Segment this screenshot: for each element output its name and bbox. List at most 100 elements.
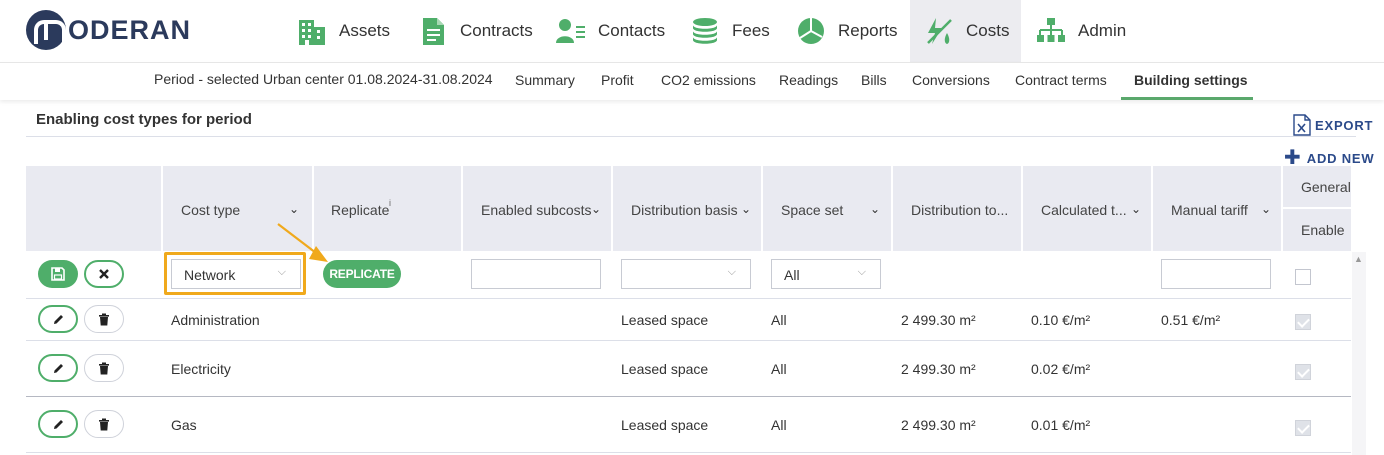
enabled-subcosts-input[interactable] — [471, 259, 601, 289]
contacts-icon — [556, 19, 585, 43]
distribution-basis-cell: Leased space — [621, 361, 709, 377]
nav-label-fees: Fees — [732, 21, 770, 40]
building-icon — [299, 20, 325, 45]
chevron-down-icon: ⌵ — [727, 266, 736, 278]
row-divider — [26, 396, 1351, 397]
row-divider — [26, 340, 1351, 341]
chevron-down-icon: ⌄ — [741, 202, 752, 216]
costs-icon — [927, 18, 952, 44]
table-scrollbar[interactable] — [1352, 252, 1366, 455]
pencil-icon — [53, 314, 63, 324]
save-button[interactable] — [38, 260, 78, 288]
nav-item-contacts[interactable]: Contacts — [556, 0, 665, 62]
column-header-distribution-basis[interactable]: Distribution basis ⌄ — [611, 166, 761, 251]
edit-button[interactable] — [38, 410, 78, 438]
nav-item-assets[interactable]: Assets — [297, 0, 390, 62]
export-label: EXPORT — [1315, 117, 1374, 133]
nav-label-reports: Reports — [838, 21, 898, 40]
tab-conversions[interactable]: Conversions — [912, 72, 990, 88]
column-label-enable[interactable]: Enable — [1301, 222, 1345, 238]
tab-building-settings[interactable]: Building settings — [1134, 72, 1248, 88]
column-header-enabled-subcosts[interactable]: Enabled subcosts ⌄ — [461, 166, 611, 251]
annotation-arrow-icon — [277, 223, 328, 262]
nav-label-contracts: Contracts — [460, 21, 533, 40]
moderan-logo[interactable]: ODERAN — [26, 10, 191, 50]
delete-button[interactable] — [84, 410, 124, 438]
add-new-label: ADD NEW — [1306, 150, 1375, 166]
distribution-basis-cell: Leased space — [621, 312, 709, 328]
space-set-select[interactable]: All ⌵ — [771, 259, 881, 289]
chevron-down-icon: ⌵ — [277, 266, 286, 278]
logo-text: ODERAN — [68, 14, 192, 45]
row-divider — [26, 452, 1351, 453]
manual-tariff-input[interactable] — [1161, 259, 1271, 289]
column-label-cost-type: Cost type — [181, 202, 241, 218]
chevron-down-icon: ⌄ — [591, 202, 602, 216]
calculated-tariff-cell: 0.10 €/m² — [1031, 312, 1091, 328]
column-label-distribution-basis: Distribution basis — [631, 202, 738, 218]
distribution-basis-cell: Leased space — [621, 417, 709, 433]
column-label-enabled-subcosts: Enabled subcosts — [481, 202, 592, 218]
edit-button[interactable] — [38, 354, 78, 382]
nav-item-reports[interactable]: Reports — [796, 0, 898, 62]
close-icon — [99, 269, 109, 279]
nav-item-costs[interactable]: Costs — [910, 0, 1021, 62]
section-divider — [26, 136, 1356, 137]
column-label-replicate: Replicate — [331, 202, 390, 218]
nav-item-admin[interactable]: Admin — [1036, 0, 1126, 62]
tab-readings[interactable]: Readings — [779, 72, 838, 88]
enable-checkbox — [1295, 420, 1311, 436]
cancel-button[interactable] — [84, 260, 124, 288]
nav-item-contracts[interactable]: Contracts — [418, 0, 533, 62]
replicate-button[interactable]: REPLICATE — [323, 260, 401, 288]
space-set-cell: All — [771, 312, 787, 328]
trash-icon — [99, 313, 109, 325]
coins-icon — [693, 18, 717, 44]
tab-contract-terms[interactable]: Contract terms — [1015, 72, 1107, 88]
chevron-down-icon: ⌄ — [1131, 202, 1142, 216]
calculated-tariff-cell: 0.01 €/m² — [1031, 417, 1091, 433]
nav-item-fees[interactable]: Fees — [690, 0, 770, 62]
delete-button[interactable] — [84, 354, 124, 382]
column-header-replicate[interactable]: Replicate i — [312, 166, 461, 251]
scroll-up-icon[interactable]: ▲ — [1354, 254, 1363, 264]
chevron-down-icon: ⌄ — [1261, 202, 1272, 216]
column-label-manual-tariff: Manual tariff — [1171, 202, 1248, 218]
active-tab-indicator — [1121, 97, 1253, 100]
space-set-cell: All — [771, 417, 787, 433]
org-chart-icon — [1037, 18, 1065, 42]
column-label-general: General — [1301, 179, 1351, 195]
pie-chart-icon — [798, 18, 824, 44]
enable-checkbox — [1295, 364, 1311, 380]
column-header-space-set[interactable]: Space set ⌄ — [761, 166, 891, 251]
column-label-space-set: Space set — [781, 202, 844, 218]
row-divider — [26, 298, 1351, 299]
info-icon[interactable]: i — [389, 198, 391, 208]
tab-bills[interactable]: Bills — [861, 72, 887, 88]
tab-co2-emissions[interactable]: CO2 emissions — [661, 72, 756, 88]
tab-summary[interactable]: Summary — [515, 72, 575, 88]
excel-file-icon — [1293, 114, 1311, 136]
distribution-basis-select[interactable]: ⌵ — [621, 259, 751, 289]
space-set-cell: All — [771, 361, 787, 377]
add-new-button[interactable]: ✚ ADD NEW — [1284, 147, 1375, 169]
chevron-down-icon: ⌄ — [289, 202, 300, 216]
nav-label-costs: Costs — [966, 21, 1010, 40]
export-button[interactable]: EXPORT — [1293, 114, 1373, 136]
table-header: Cost type ⌄ Replicate i Enabled subcosts… — [26, 166, 1351, 251]
manual-tariff-cell: 0.51 €/m² — [1161, 312, 1221, 328]
space-set-select-value: All — [784, 267, 800, 283]
column-header-distribution-total[interactable]: Distribution to... — [891, 166, 1021, 251]
plus-icon: ✚ — [1284, 147, 1301, 169]
edit-button[interactable] — [38, 305, 78, 333]
column-header-manual-tariff[interactable]: Manual tariff ⌄ — [1151, 166, 1281, 251]
chevron-down-icon: ⌄ — [870, 202, 881, 216]
enable-checkbox[interactable] — [1295, 269, 1311, 285]
trash-icon — [99, 418, 109, 430]
tab-profit[interactable]: Profit — [601, 72, 634, 88]
cost-type-cell: Administration — [171, 312, 260, 328]
delete-button[interactable] — [84, 305, 124, 333]
column-header-calculated-tariff[interactable]: Calculated t... ⌄ — [1021, 166, 1151, 251]
distribution-total-cell: 2 499.30 m² — [901, 312, 976, 328]
column-label-calculated-tariff: Calculated t... — [1041, 202, 1127, 218]
